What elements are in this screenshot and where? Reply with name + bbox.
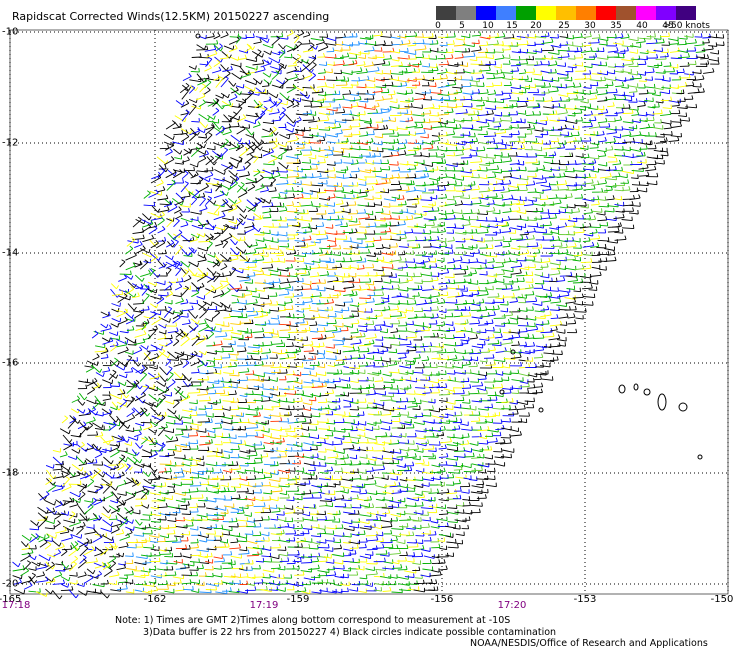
island-outline [633, 383, 639, 391]
colorbar-label: 0 [435, 21, 441, 31]
longitude-label: -150 [710, 594, 734, 605]
island-outline [697, 454, 703, 460]
credit-text: NOAA/NESDIS/Office of Research and Appli… [470, 638, 708, 649]
longitude-label: -159 [286, 594, 310, 605]
colorbar-segment [576, 6, 596, 20]
latitude-label: -10 [2, 26, 19, 38]
colorbar-label: 25 [558, 21, 570, 31]
island-outline [538, 407, 544, 413]
time-label: 17:20 [497, 600, 527, 611]
latitude-label: -20 [2, 578, 19, 590]
colorbar-segment [476, 6, 496, 20]
colorbar-label: 40 [636, 21, 648, 31]
island-outline [643, 388, 651, 396]
colorbar-segment [636, 6, 656, 20]
colorbar-label: 20 [530, 21, 542, 31]
time-label: 17:19 [249, 600, 279, 611]
note-line-2: 3)Data buffer is 22 hrs from 20150227 4)… [143, 627, 557, 638]
colorbar-label: 30 [584, 21, 596, 31]
map-title: Rapidscat Corrected Winds(12.5KM) 201502… [12, 10, 330, 23]
colorbar-label: 35 [610, 21, 622, 31]
colorbar-segment [656, 6, 676, 20]
colorbar-segment [676, 6, 696, 20]
colorbar-label: 10 [482, 21, 494, 31]
wind-speed-colorbar [436, 6, 696, 20]
wind-map [9, 29, 729, 600]
colorbar-segment [596, 6, 616, 20]
colorbar-segment [536, 6, 556, 20]
longitude-label: -153 [573, 594, 597, 605]
colorbar-segment [436, 6, 456, 20]
wind-barbs [12, 29, 725, 600]
latitude-label: -12 [2, 137, 19, 149]
colorbar-label: 5 [459, 21, 465, 31]
island-outline [678, 402, 688, 412]
colorbar-label: >50 knots [663, 21, 710, 31]
latitude-label: -14 [2, 247, 19, 259]
colorbar-segment [516, 6, 536, 20]
colorbar-segment [616, 6, 636, 20]
colorbar-segment [556, 6, 576, 20]
island-outline [618, 384, 626, 394]
latitude-label: -16 [2, 357, 19, 369]
island-outline [657, 393, 667, 411]
longitude-label: -156 [430, 594, 454, 605]
island-outline [195, 33, 201, 39]
note-text: Note: 1) Times are GMT 2)Times along bot… [115, 615, 556, 639]
colorbar-label: 15 [506, 21, 518, 31]
longitude-label: -162 [143, 594, 167, 605]
colorbar-segment [496, 6, 516, 20]
note-line-1: Note: 1) Times are GMT 2)Times along bot… [115, 615, 511, 626]
time-label: 17:18 [1, 600, 31, 611]
latitude-label: -18 [2, 467, 19, 479]
colorbar-segment [456, 6, 476, 20]
island-outline [499, 389, 505, 395]
